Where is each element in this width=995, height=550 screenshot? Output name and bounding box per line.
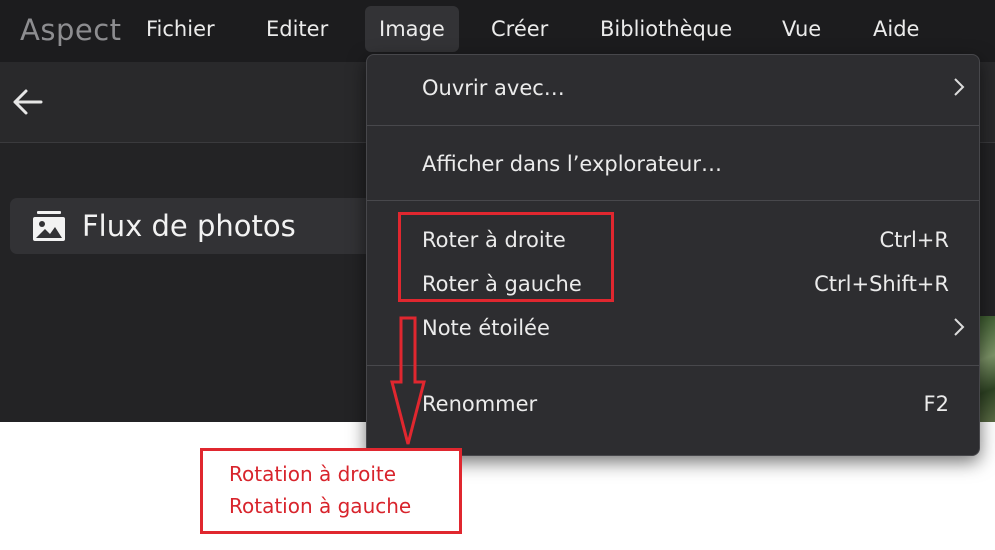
menu-editer[interactable]: Editer	[266, 17, 328, 41]
menu-item-open-with[interactable]: Ouvrir avec…	[422, 76, 565, 100]
photo-thumbnail[interactable]	[978, 316, 995, 422]
menu-bar: Aspect Fichier Editer Image Créer Biblio…	[0, 0, 995, 62]
menu-item-rename[interactable]: Renommer	[422, 392, 537, 416]
menu-fichier[interactable]: Fichier	[146, 17, 215, 41]
menu-item-show-in-explorer[interactable]: Afficher dans l’explorateur…	[422, 152, 722, 176]
menu-creer[interactable]: Créer	[491, 17, 548, 41]
menu-image[interactable]: Image	[365, 6, 459, 52]
app-name: Aspect	[20, 13, 122, 47]
annotation-highlight-box	[398, 212, 614, 302]
shortcut-rename: F2	[923, 392, 949, 416]
annotation-down-arrow-icon	[390, 316, 426, 452]
annotation-callout: Rotation à droite Rotation à gauche	[200, 448, 462, 534]
sidebar-item-label: Flux de photos	[82, 209, 296, 243]
shortcut-rotate-left: Ctrl+Shift+R	[814, 272, 949, 296]
menu-bibliotheque[interactable]: Bibliothèque	[600, 17, 732, 41]
callout-line-1: Rotation à droite	[229, 462, 397, 486]
back-arrow-icon[interactable]	[12, 88, 44, 120]
chevron-right-icon	[953, 77, 965, 101]
chevron-right-icon	[953, 317, 965, 341]
shortcut-rotate-right: Ctrl+R	[879, 228, 949, 252]
menu-item-star-rating[interactable]: Note étoilée	[422, 316, 550, 340]
menu-separator	[367, 125, 979, 126]
menu-separator	[367, 200, 979, 201]
menu-separator	[367, 365, 979, 366]
menu-vue[interactable]: Vue	[782, 17, 821, 41]
photos-icon	[32, 210, 66, 246]
menu-aide[interactable]: Aide	[873, 17, 919, 41]
callout-line-2: Rotation à gauche	[229, 494, 412, 518]
